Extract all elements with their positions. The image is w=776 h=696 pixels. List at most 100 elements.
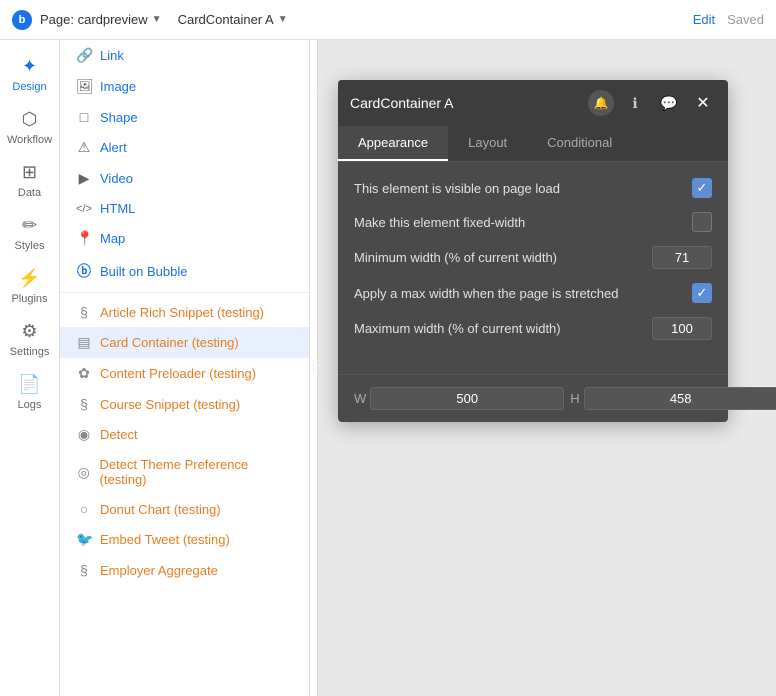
design-icon: ✦ xyxy=(22,56,37,77)
element-map-label: Map xyxy=(100,231,125,246)
sidebar-label-workflow: Workflow xyxy=(7,134,52,146)
tab-appearance[interactable]: Appearance xyxy=(338,126,448,161)
tab-layout[interactable]: Layout xyxy=(448,126,527,161)
saved-status: Saved xyxy=(727,12,764,27)
sidebar-item-plugins[interactable]: ⚡ Plugins xyxy=(0,260,59,313)
element-alert-label: Alert xyxy=(100,140,127,155)
workflow-icon: ⬡ xyxy=(22,109,38,130)
min-width-input[interactable] xyxy=(652,246,712,269)
coord-h-input[interactable] xyxy=(584,387,776,410)
element-employeragg-label: Employer Aggregate xyxy=(100,563,218,578)
topbar-actions: Edit Saved xyxy=(693,12,764,27)
sidebar-item-settings[interactable]: ⚙ Settings xyxy=(0,313,59,366)
coord-h-label: H xyxy=(570,391,579,406)
element-contentpreloader-label: Content Preloader (testing) xyxy=(100,366,256,381)
element-donutchart-label: Donut Chart (testing) xyxy=(100,502,221,517)
content-area[interactable]: CardContainer A 🔔 ℹ 💬 ✕ xyxy=(318,40,776,696)
close-button[interactable]: ✕ xyxy=(690,90,716,116)
element-link-label: Link xyxy=(100,48,124,63)
element-alert[interactable]: ⚠ Alert xyxy=(60,132,309,163)
element-html-label: HTML xyxy=(100,201,135,216)
comment-button[interactable]: 💬 xyxy=(656,90,682,116)
element-employeragg[interactable]: § Employer Aggregate xyxy=(60,555,309,585)
visible-on-load-checkbox[interactable] xyxy=(692,178,712,198)
element-contentpreloader[interactable]: ✿ Content Preloader (testing) xyxy=(60,358,309,389)
page-selector[interactable]: Page: cardpreview ▼ xyxy=(40,12,162,27)
pp-tabs: Appearance Layout Conditional xyxy=(338,126,728,162)
close-icon: ✕ xyxy=(696,93,709,113)
element-shape-label: Shape xyxy=(100,110,138,125)
container-selector[interactable]: CardContainer A ▼ xyxy=(178,12,288,27)
bell-icon: 🔔 xyxy=(594,96,609,110)
element-bubble-label: Built on Bubble xyxy=(100,264,187,279)
info-button[interactable]: ℹ xyxy=(622,90,648,116)
max-width-label: Maximum width (% of current width) xyxy=(354,321,644,336)
sidebar-label-settings: Settings xyxy=(10,346,50,358)
pp-coords: W H X Y xyxy=(338,374,728,422)
styles-icon: ✏ xyxy=(22,215,37,236)
info-icon: ℹ xyxy=(632,95,637,112)
tab-conditional[interactable]: Conditional xyxy=(527,126,632,161)
element-embedtweet[interactable]: 🐦 Embed Tweet (testing) xyxy=(60,524,309,555)
fixed-width-checkbox[interactable] xyxy=(692,212,712,232)
main-layout: ✦ Design ⬡ Workflow ⊞ Data ✏ Styles ⚡ Pl… xyxy=(0,40,776,696)
sidebar-item-styles[interactable]: ✏ Styles xyxy=(0,207,59,260)
element-link[interactable]: 🔗 Link xyxy=(60,40,309,71)
alert-icon: ⚠ xyxy=(76,139,92,156)
articlerich-icon: § xyxy=(76,304,92,320)
detect-icon: ◉ xyxy=(76,426,92,443)
sidebar-label-data: Data xyxy=(18,187,41,199)
elements-panel: 🔗 Link 🖼 Image □ Shape ⚠ Alert ▶ Video <… xyxy=(60,40,310,696)
resize-handle[interactable]: ⋮ xyxy=(310,40,318,696)
element-builtonbubble[interactable]: ⓑ Built on Bubble xyxy=(60,254,309,288)
element-detecttheme[interactable]: ◎ Detect Theme Preference (testing) xyxy=(60,450,309,494)
element-cardcontainer-label: Card Container (testing) xyxy=(100,335,239,350)
embedtweet-icon: 🐦 xyxy=(76,531,92,548)
sidebar-item-logs[interactable]: 📄 Logs xyxy=(0,366,59,419)
pp-header: CardContainer A 🔔 ℹ 💬 ✕ xyxy=(338,80,728,126)
element-coursesnippet[interactable]: § Course Snippet (testing) xyxy=(60,389,309,419)
comment-icon: 💬 xyxy=(660,95,677,112)
contentpreloader-icon: ✿ xyxy=(76,365,92,382)
container-label: CardContainer A xyxy=(178,12,274,27)
element-map[interactable]: 📍 Map xyxy=(60,223,309,254)
logs-icon: 📄 xyxy=(18,374,40,395)
image-icon: 🖼 xyxy=(76,78,92,95)
property-panel: CardContainer A 🔔 ℹ 💬 ✕ xyxy=(338,80,728,422)
element-articlerich-label: Article Rich Snippet (testing) xyxy=(100,305,264,320)
pp-title: CardContainer A xyxy=(350,95,580,111)
sidebar-item-workflow[interactable]: ⬡ Workflow xyxy=(0,101,59,154)
pp-content: This element is visible on page load Mak… xyxy=(338,162,728,370)
max-width-input[interactable] xyxy=(652,317,712,340)
element-coursesnippet-label: Course Snippet (testing) xyxy=(100,397,240,412)
min-width-label: Minimum width (% of current width) xyxy=(354,250,644,265)
element-donutchart[interactable]: ○ Donut Chart (testing) xyxy=(60,494,309,524)
donutchart-icon: ○ xyxy=(76,501,92,517)
row-min-width: Minimum width (% of current width) xyxy=(354,246,712,269)
row-visible-on-load: This element is visible on page load xyxy=(354,178,712,198)
element-articlerich[interactable]: § Article Rich Snippet (testing) xyxy=(60,297,309,327)
element-image-label: Image xyxy=(100,79,136,94)
element-shape[interactable]: □ Shape xyxy=(60,102,309,132)
sidebar-item-data[interactable]: ⊞ Data xyxy=(0,154,59,207)
max-width-stretch-checkbox[interactable] xyxy=(692,283,712,303)
element-cardcontainer[interactable]: ▤ Card Container (testing) xyxy=(60,327,309,358)
element-video[interactable]: ▶ Video xyxy=(60,163,309,194)
page-label: Page: cardpreview xyxy=(40,12,148,27)
element-detect[interactable]: ◉ Detect xyxy=(60,419,309,450)
elements-divider xyxy=(60,292,309,293)
element-detect-label: Detect xyxy=(100,427,138,442)
notification-button[interactable]: 🔔 xyxy=(588,90,614,116)
plugins-icon: ⚡ xyxy=(18,268,40,289)
edit-button[interactable]: Edit xyxy=(693,12,715,27)
sidebar-item-design[interactable]: ✦ Design xyxy=(0,48,59,101)
max-width-stretch-label: Apply a max width when the page is stret… xyxy=(354,286,684,301)
coord-w-input[interactable] xyxy=(370,387,564,410)
element-detecttheme-label: Detect Theme Preference (testing) xyxy=(100,457,293,487)
coord-w-label: W xyxy=(354,391,366,406)
element-image[interactable]: 🖼 Image xyxy=(60,71,309,102)
shape-icon: □ xyxy=(76,109,92,125)
element-embedtweet-label: Embed Tweet (testing) xyxy=(100,532,230,547)
sidebar-label-logs: Logs xyxy=(18,399,42,411)
element-html[interactable]: </> HTML xyxy=(60,194,309,223)
